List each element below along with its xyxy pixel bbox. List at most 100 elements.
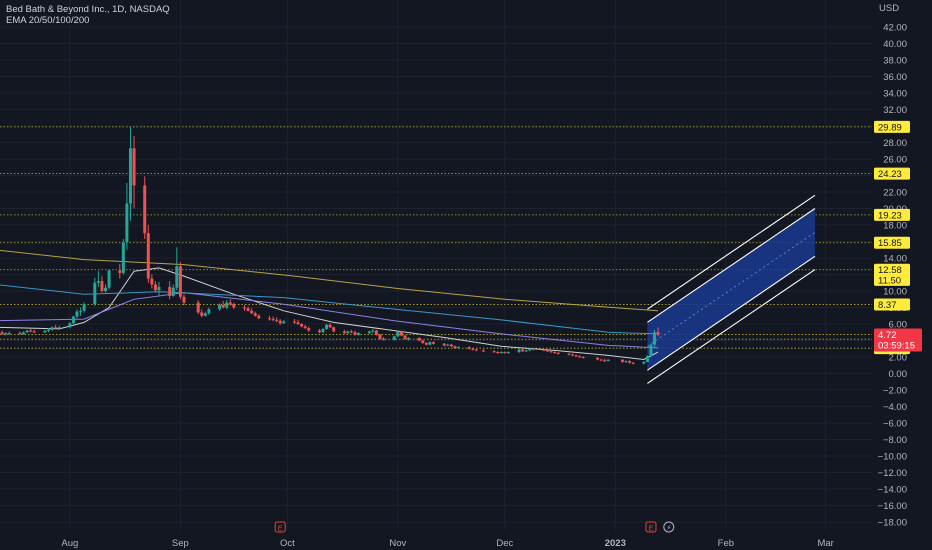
candle-body (182, 296, 186, 303)
candle-body (499, 352, 503, 354)
candle-body (25, 330, 29, 333)
candle-body (392, 336, 396, 340)
y-tick-label: −2.00 (883, 386, 907, 397)
candle-body (350, 331, 354, 333)
candle-body (0, 332, 4, 334)
earnings-marker-label: E (278, 524, 283, 533)
candle-body (374, 330, 378, 335)
candle-body (428, 342, 432, 345)
symbol-title[interactable]: Bed Bath & Beyond Inc., 1D, NASDAQ (6, 4, 170, 15)
candle-body (50, 327, 54, 330)
y-tick-label: 26.00 (883, 155, 907, 166)
candle-body (54, 327, 58, 329)
y-tick-label: 38.00 (883, 56, 907, 67)
candle-body (143, 185, 147, 234)
candle-body (46, 329, 50, 331)
candle-body (407, 338, 411, 340)
candle-body (171, 287, 175, 296)
candle-body (599, 359, 603, 361)
candle-body (207, 309, 211, 314)
candle-body (342, 331, 346, 334)
candle-body (146, 233, 150, 279)
candle-body (96, 281, 100, 283)
price-tag-label: 29.89 (878, 122, 902, 133)
candle-body (403, 335, 407, 339)
candle-body (620, 359, 624, 362)
x-tick-label: Mar (817, 538, 833, 549)
candle-body (271, 319, 275, 321)
candle-body (325, 324, 329, 329)
candle-body (132, 148, 136, 186)
y-tick-label: −14.00 (878, 485, 907, 496)
x-tick-label: Oct (280, 538, 295, 549)
candle-body (556, 352, 560, 354)
y-tick-label: 0.00 (889, 369, 908, 380)
candle-body (506, 352, 510, 354)
candle-body (606, 359, 610, 362)
candle-body (292, 321, 296, 323)
candle-body (656, 332, 660, 335)
candle-body (303, 326, 307, 329)
candle-body (492, 351, 496, 353)
candle-body (128, 148, 132, 204)
candle-body (546, 350, 550, 352)
candle-body (574, 355, 578, 357)
candle-body (100, 281, 104, 291)
candle-body (300, 324, 304, 327)
candle-body (371, 330, 375, 332)
y-tick-label: −10.00 (878, 452, 907, 463)
candle-body (268, 318, 272, 320)
candle-body (503, 352, 507, 354)
candle-body (218, 305, 222, 310)
y-tick-label: 40.00 (883, 39, 907, 50)
candle-body (571, 354, 575, 356)
candle-body (107, 270, 111, 288)
x-tick-label: Feb (718, 538, 734, 549)
candle-body (200, 312, 204, 316)
candle-body (467, 347, 471, 349)
candle-body (481, 350, 485, 352)
candle-body (29, 330, 33, 332)
candle-body (18, 333, 22, 335)
candle-body (631, 362, 635, 364)
candle-body (196, 302, 200, 313)
candle-body (378, 334, 382, 339)
candle-body (653, 332, 657, 345)
candle-body (278, 320, 282, 324)
candle-body (32, 331, 36, 333)
candle-body (517, 349, 521, 353)
candle-body (221, 305, 225, 308)
candle-body (104, 287, 108, 291)
candle-body (79, 310, 83, 312)
candle-body (542, 349, 546, 351)
candle-body (399, 331, 403, 336)
x-tick-label: Nov (389, 538, 406, 549)
price-chart[interactable]: USD 42.0040.0038.0036.0034.0032.0030.002… (0, 0, 932, 550)
candle-body (471, 348, 475, 350)
candle-body (150, 278, 154, 285)
candle-body (521, 349, 525, 352)
candle-body (624, 361, 628, 363)
price-tag-label: 8.37 (878, 300, 897, 311)
candle-body (449, 344, 453, 347)
chart-legend[interactable]: Bed Bath & Beyond Inc., 1D, NASDAQ EMA 2… (6, 4, 170, 26)
candle-body (243, 307, 247, 309)
y-tick-label: 10.00 (883, 287, 907, 298)
candle-body (175, 266, 179, 288)
price-tag-label: 24.23 (878, 169, 902, 180)
candle-body (553, 352, 557, 354)
flash-icon: ⚡ (666, 524, 671, 532)
candle-body (353, 332, 357, 335)
y-tick-label: −18.00 (878, 518, 907, 529)
candle-body (93, 282, 97, 305)
candle-body (424, 342, 428, 345)
candle-body (549, 351, 553, 353)
candle-body (321, 328, 325, 333)
candle-body (253, 313, 257, 316)
y-tick-label: −12.00 (878, 468, 907, 479)
indicator-title[interactable]: EMA 20/50/100/200 (6, 15, 170, 26)
candle-body (250, 310, 254, 314)
candle-body (178, 266, 182, 297)
y-tick-label: 14.00 (883, 254, 907, 265)
y-tick-label: −4.00 (883, 402, 907, 413)
